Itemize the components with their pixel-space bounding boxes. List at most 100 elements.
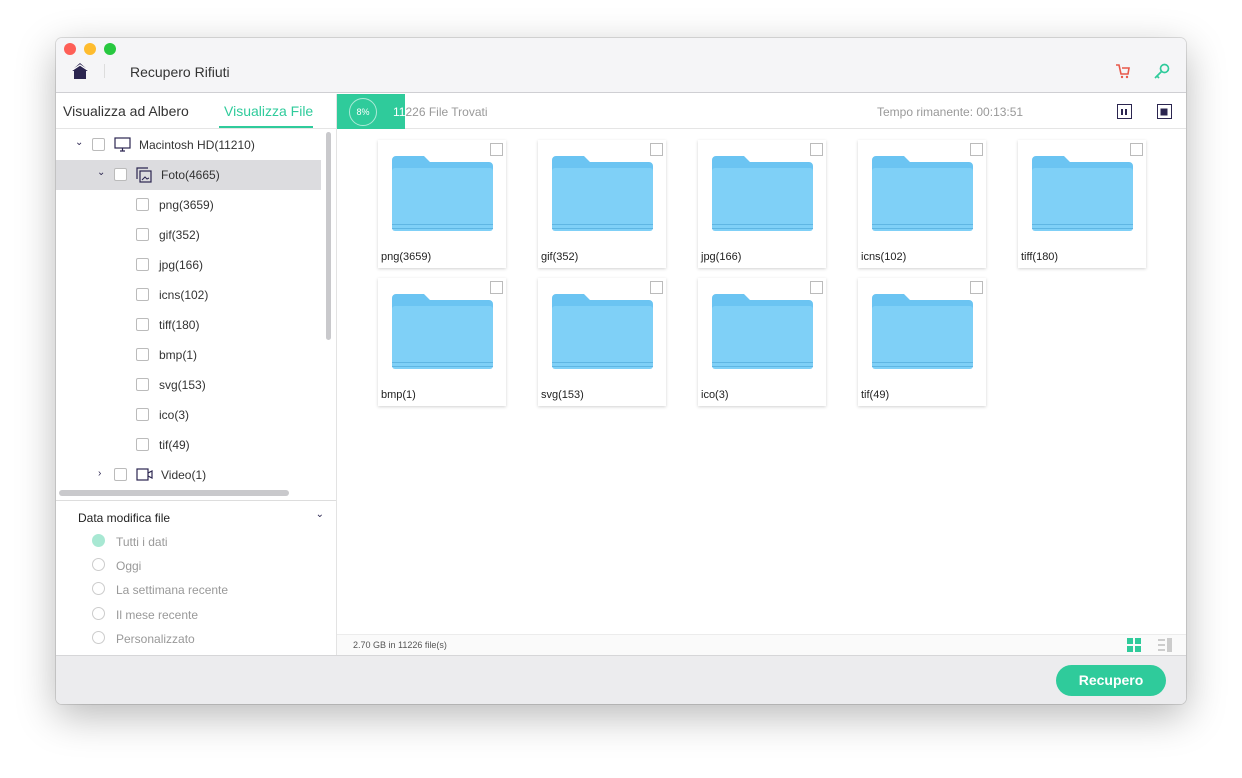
checkbox[interactable] — [136, 258, 149, 271]
files-found-rest: 226 File Trovati — [405, 105, 488, 119]
tree-horizontal-scrollbar[interactable] — [59, 490, 289, 496]
view-tabs: Visualizza ad Albero Visualizza File — [56, 94, 336, 129]
folder-tree: ⌄ Macintosh HD(11210) ⌄ Foto(4665) png(3… — [56, 130, 336, 500]
checkbox[interactable] — [136, 438, 149, 451]
tree-item[interactable]: gif(352) — [56, 220, 321, 250]
home-icon[interactable] — [70, 62, 90, 80]
tree-item[interactable]: png(3659) — [56, 190, 321, 220]
folder-icon — [552, 294, 653, 369]
file-folder-tile[interactable]: gif(352) — [538, 140, 666, 268]
key-icon[interactable] — [1153, 62, 1171, 80]
pause-icon — [1121, 109, 1127, 115]
tree-item-foto[interactable]: ⌄ Foto(4665) — [56, 160, 321, 190]
tree-item-label: png(3659) — [159, 198, 214, 212]
radio-label: Il mese recente — [116, 608, 199, 622]
radio-recent-week[interactable] — [92, 582, 105, 595]
checkbox[interactable] — [92, 138, 105, 151]
file-tile-label: bmp(1) — [381, 389, 416, 401]
photo-icon — [136, 167, 152, 183]
files-found-count-prefix: 11 — [393, 105, 406, 119]
file-folder-tile[interactable]: jpg(166) — [698, 140, 826, 268]
checkbox[interactable] — [114, 468, 127, 481]
tree-item-label: bmp(1) — [159, 348, 198, 362]
chevron-down-icon[interactable]: ⌄ — [97, 167, 105, 178]
status-bar: 2.70 GB in 11226 file(s) — [337, 634, 1186, 655]
checkbox[interactable] — [136, 228, 149, 241]
file-folder-tile[interactable]: ico(3) — [698, 278, 826, 406]
chevron-right-icon[interactable]: › — [98, 468, 101, 479]
checkbox[interactable] — [136, 348, 149, 361]
checkbox[interactable] — [114, 168, 127, 181]
tree-item[interactable]: bmp(1) — [56, 340, 321, 370]
tree-item[interactable]: ico(3) — [56, 400, 321, 430]
status-text: 2.70 GB in 11226 file(s) — [353, 640, 447, 650]
zoom-window-button[interactable] — [104, 43, 116, 55]
checkbox[interactable] — [136, 378, 149, 391]
file-folder-tile[interactable]: png(3659) — [378, 140, 506, 268]
close-window-button[interactable] — [64, 43, 76, 55]
file-folder-tile[interactable]: icns(102) — [858, 140, 986, 268]
file-folder-tile[interactable]: svg(153) — [538, 278, 666, 406]
radio-label: Tutti i dati — [116, 535, 168, 549]
checkbox[interactable] — [490, 281, 503, 294]
list-view-icon[interactable] — [1158, 638, 1172, 652]
checkbox[interactable] — [136, 318, 149, 331]
tree-item[interactable]: tiff(180) — [56, 310, 321, 340]
checkbox[interactable] — [136, 408, 149, 421]
tree-item-label: Macintosh HD(11210) — [139, 138, 255, 152]
tree-vertical-scrollbar[interactable] — [326, 132, 331, 340]
file-folder-tile[interactable]: bmp(1) — [378, 278, 506, 406]
grid-view-icon[interactable] — [1127, 638, 1141, 652]
file-folder-tile[interactable]: tiff(180) — [1018, 140, 1146, 268]
tab-file-view[interactable]: Visualizza File — [224, 103, 313, 119]
stop-button[interactable] — [1157, 104, 1172, 119]
radio-today[interactable] — [92, 558, 105, 571]
checkbox[interactable] — [490, 143, 503, 156]
recover-button[interactable]: Recupero — [1056, 665, 1166, 696]
checkbox[interactable] — [810, 281, 823, 294]
file-folder-tile[interactable]: tif(49) — [858, 278, 986, 406]
tree-item-label: icns(102) — [159, 288, 209, 302]
checkbox[interactable] — [136, 288, 149, 301]
radio-label: Personalizzato — [116, 632, 195, 646]
tree-item[interactable]: icns(102) — [56, 280, 321, 310]
radio-recent-month[interactable] — [92, 607, 105, 620]
chevron-down-icon[interactable]: ⌄ — [75, 137, 83, 148]
tree-item[interactable]: jpg(166) — [56, 250, 321, 280]
file-tile-label: svg(153) — [541, 389, 584, 401]
radio-custom[interactable] — [92, 631, 105, 644]
checkbox[interactable] — [970, 281, 983, 294]
folder-icon — [872, 294, 973, 369]
cart-icon[interactable] — [1114, 62, 1132, 80]
folder-icon — [392, 294, 493, 369]
checkbox[interactable] — [650, 281, 663, 294]
tree-item-label: Video(1) — [161, 468, 207, 482]
minimize-window-button[interactable] — [84, 43, 96, 55]
file-tile-label: png(3659) — [381, 251, 432, 263]
tree-item-label: gif(352) — [159, 228, 200, 242]
title-bar: Recupero Rifiuti — [56, 38, 1186, 93]
tree-item[interactable]: svg(153) — [56, 370, 321, 400]
radio-all-data[interactable] — [92, 534, 105, 547]
files-found: 11226 File Trovati — [393, 105, 488, 119]
tree-item-label: svg(153) — [159, 378, 206, 392]
tab-tree-view[interactable]: Visualizza ad Albero — [63, 103, 189, 119]
tree-item[interactable]: tif(49) — [56, 430, 321, 460]
pause-button[interactable] — [1117, 104, 1132, 119]
chevron-down-icon[interactable]: ⌄ — [316, 509, 324, 520]
tree-item-video[interactable]: › Video(1) — [56, 460, 321, 490]
tree-item-macintosh-hd[interactable]: ⌄ Macintosh HD(11210) — [56, 130, 321, 160]
tree-item-label: Foto(4665) — [161, 168, 220, 182]
checkbox[interactable] — [970, 143, 983, 156]
checkbox[interactable] — [810, 143, 823, 156]
stop-icon — [1160, 108, 1168, 116]
file-tile-label: icns(102) — [861, 251, 907, 263]
divider — [104, 64, 105, 78]
tree-item-label: tiff(180) — [159, 318, 200, 332]
file-tile-label: jpg(166) — [701, 251, 742, 263]
checkbox[interactable] — [650, 143, 663, 156]
checkbox[interactable] — [136, 198, 149, 211]
footer-bar: Recupero — [56, 655, 1186, 704]
checkbox[interactable] — [1130, 143, 1143, 156]
file-tile-label: ico(3) — [701, 389, 729, 401]
